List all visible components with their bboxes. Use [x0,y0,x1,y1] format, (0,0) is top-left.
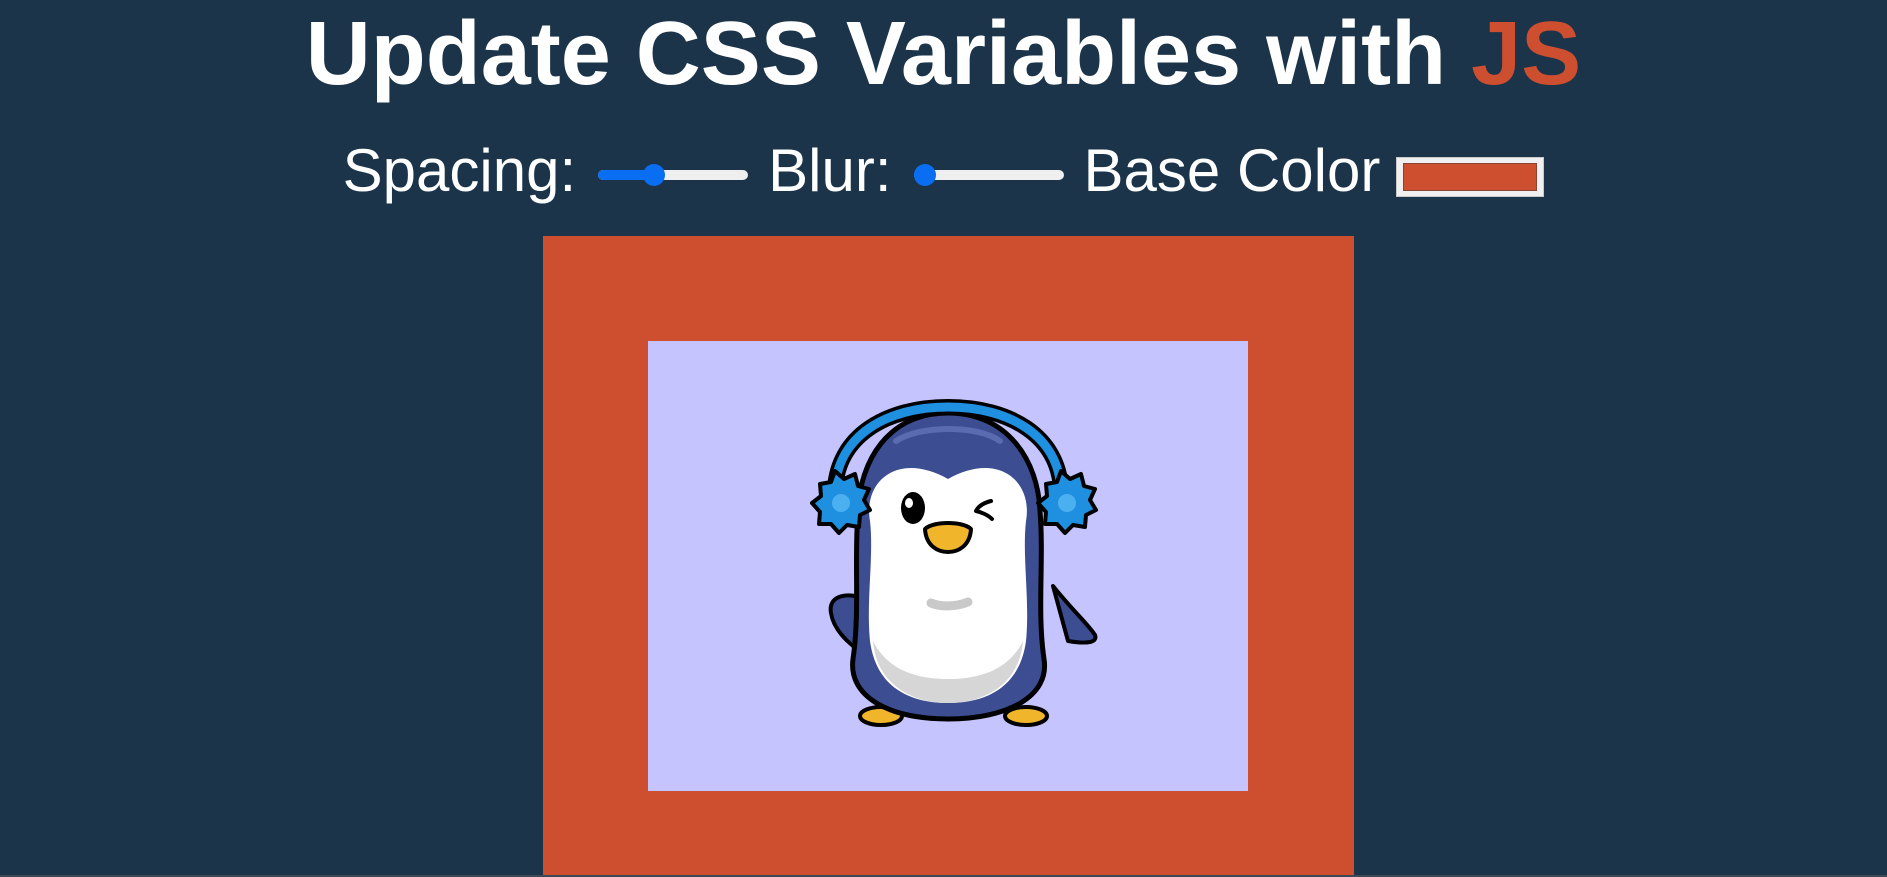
controls-bar: Spacing: Blur: Base Color [0,136,1887,206]
penguin-with-earmuffs-icon [810,398,1098,727]
page-title-highlight: JS [1471,4,1582,104]
page-title: Update CSS Variables with JS [0,4,1887,104]
blur-slider-track[interactable] [913,170,1064,180]
blur-slider[interactable] [913,163,1064,187]
spacing-slider-thumb[interactable] [642,164,665,186]
base-color-picker[interactable] [1396,157,1545,197]
page-title-text: Update CSS Variables with [305,4,1472,104]
blur-label: Blur: [768,137,892,204]
image-frame [543,236,1354,877]
base-color-swatch[interactable] [1403,163,1538,191]
spacing-slider[interactable] [598,163,749,187]
penguin-image [648,341,1248,791]
spacing-label: Spacing: [342,137,577,204]
blur-slider-thumb[interactable] [913,164,936,186]
base-color-label: Base Color [1083,137,1381,204]
